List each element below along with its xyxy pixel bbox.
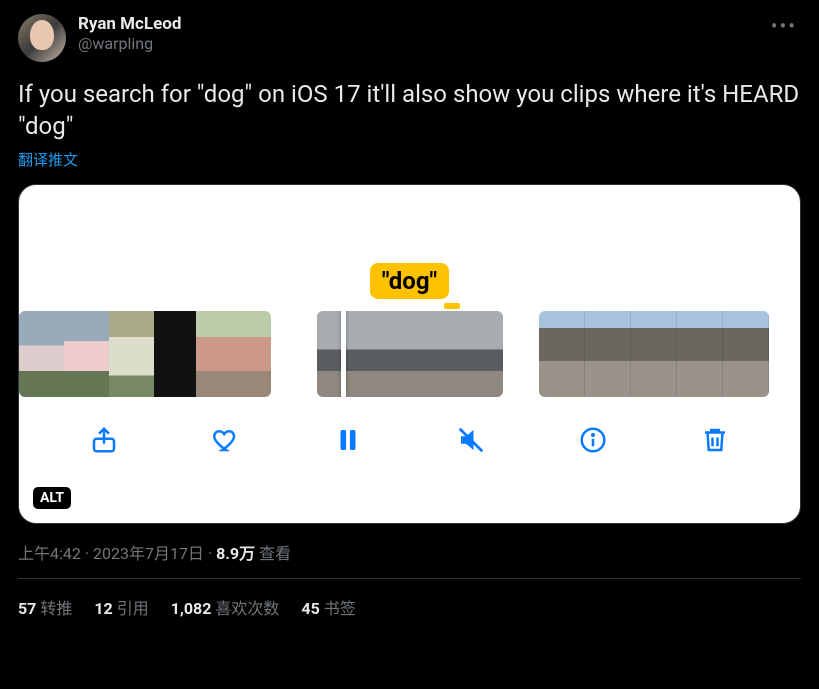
likes-label: 喜欢次数 (215, 599, 279, 618)
translate-link[interactable]: 翻译推文 (18, 149, 78, 170)
views-count: 8.9万 (216, 544, 255, 563)
avatar[interactable] (18, 14, 66, 62)
bookmarks-count: 45 (301, 599, 319, 618)
clip-thumbnail-active[interactable] (317, 311, 503, 397)
frame (64, 311, 109, 397)
frame (196, 311, 241, 397)
bookmarks-stat[interactable]: 45 书签 (301, 595, 355, 619)
likes-stat[interactable]: 1,082喜欢次数 (171, 595, 280, 619)
frame (539, 311, 585, 397)
frame (585, 311, 631, 397)
frame (723, 311, 769, 397)
pause-icon[interactable] (331, 423, 365, 457)
frame (677, 311, 723, 397)
video-timeline-strip[interactable] (19, 311, 800, 397)
tweet-header: Ryan McLeod @warpling ••• (18, 14, 801, 62)
frame (441, 311, 503, 397)
frame (241, 311, 271, 397)
mute-icon[interactable] (454, 423, 488, 457)
timestamp-time[interactable]: 上午4:42 (18, 544, 81, 563)
frame (631, 311, 677, 397)
views-label: 查看 (255, 544, 291, 563)
frame (379, 311, 441, 397)
timestamp-date[interactable]: 2023年7月17日 (93, 544, 204, 563)
handle: @warpling (78, 34, 767, 53)
tweet-text: If you search for "dog" on iOS 17 it'll … (18, 78, 801, 143)
search-marker-row: "dog" (19, 263, 800, 299)
bookmarks-label: 书签 (324, 599, 356, 618)
frame (317, 311, 379, 397)
tweet-container: Ryan McLeod @warpling ••• If you search … (0, 0, 819, 619)
tweet-meta: 上午4:42 · 2023年7月17日 · 8.9万 查看 (18, 540, 801, 564)
tweet-stats: 57转推 12 引用 1,082喜欢次数 45 书签 (18, 579, 801, 619)
clip-thumbnail[interactable] (19, 311, 271, 397)
playhead[interactable] (341, 311, 346, 397)
alt-badge[interactable]: ALT (33, 487, 71, 509)
sep: · (81, 544, 93, 563)
clip-thumbnail[interactable] (539, 311, 769, 397)
media-attachment[interactable]: "dog" (18, 184, 801, 524)
search-marker-tick (444, 303, 460, 309)
retweets-stat[interactable]: 57转推 (18, 595, 72, 619)
retweets-label: 转推 (40, 599, 72, 618)
author-names[interactable]: Ryan McLeod @warpling (78, 14, 767, 53)
info-icon[interactable] (576, 423, 610, 457)
frame (154, 311, 196, 397)
quotes-stat[interactable]: 12 引用 (94, 595, 148, 619)
likes-count: 1,082 (171, 599, 212, 618)
frame (109, 311, 154, 397)
sep: · (204, 544, 216, 563)
share-icon[interactable] (87, 423, 121, 457)
retweets-count: 57 (18, 599, 36, 618)
more-icon[interactable]: ••• (767, 14, 801, 38)
trash-icon[interactable] (698, 423, 732, 457)
heart-icon[interactable] (209, 423, 243, 457)
media-toolbar (19, 423, 800, 457)
display-name: Ryan McLeod (78, 14, 767, 34)
quotes-count: 12 (94, 599, 112, 618)
search-marker: "dog" (370, 263, 449, 299)
quotes-label: 引用 (117, 599, 149, 618)
frame (19, 311, 64, 397)
